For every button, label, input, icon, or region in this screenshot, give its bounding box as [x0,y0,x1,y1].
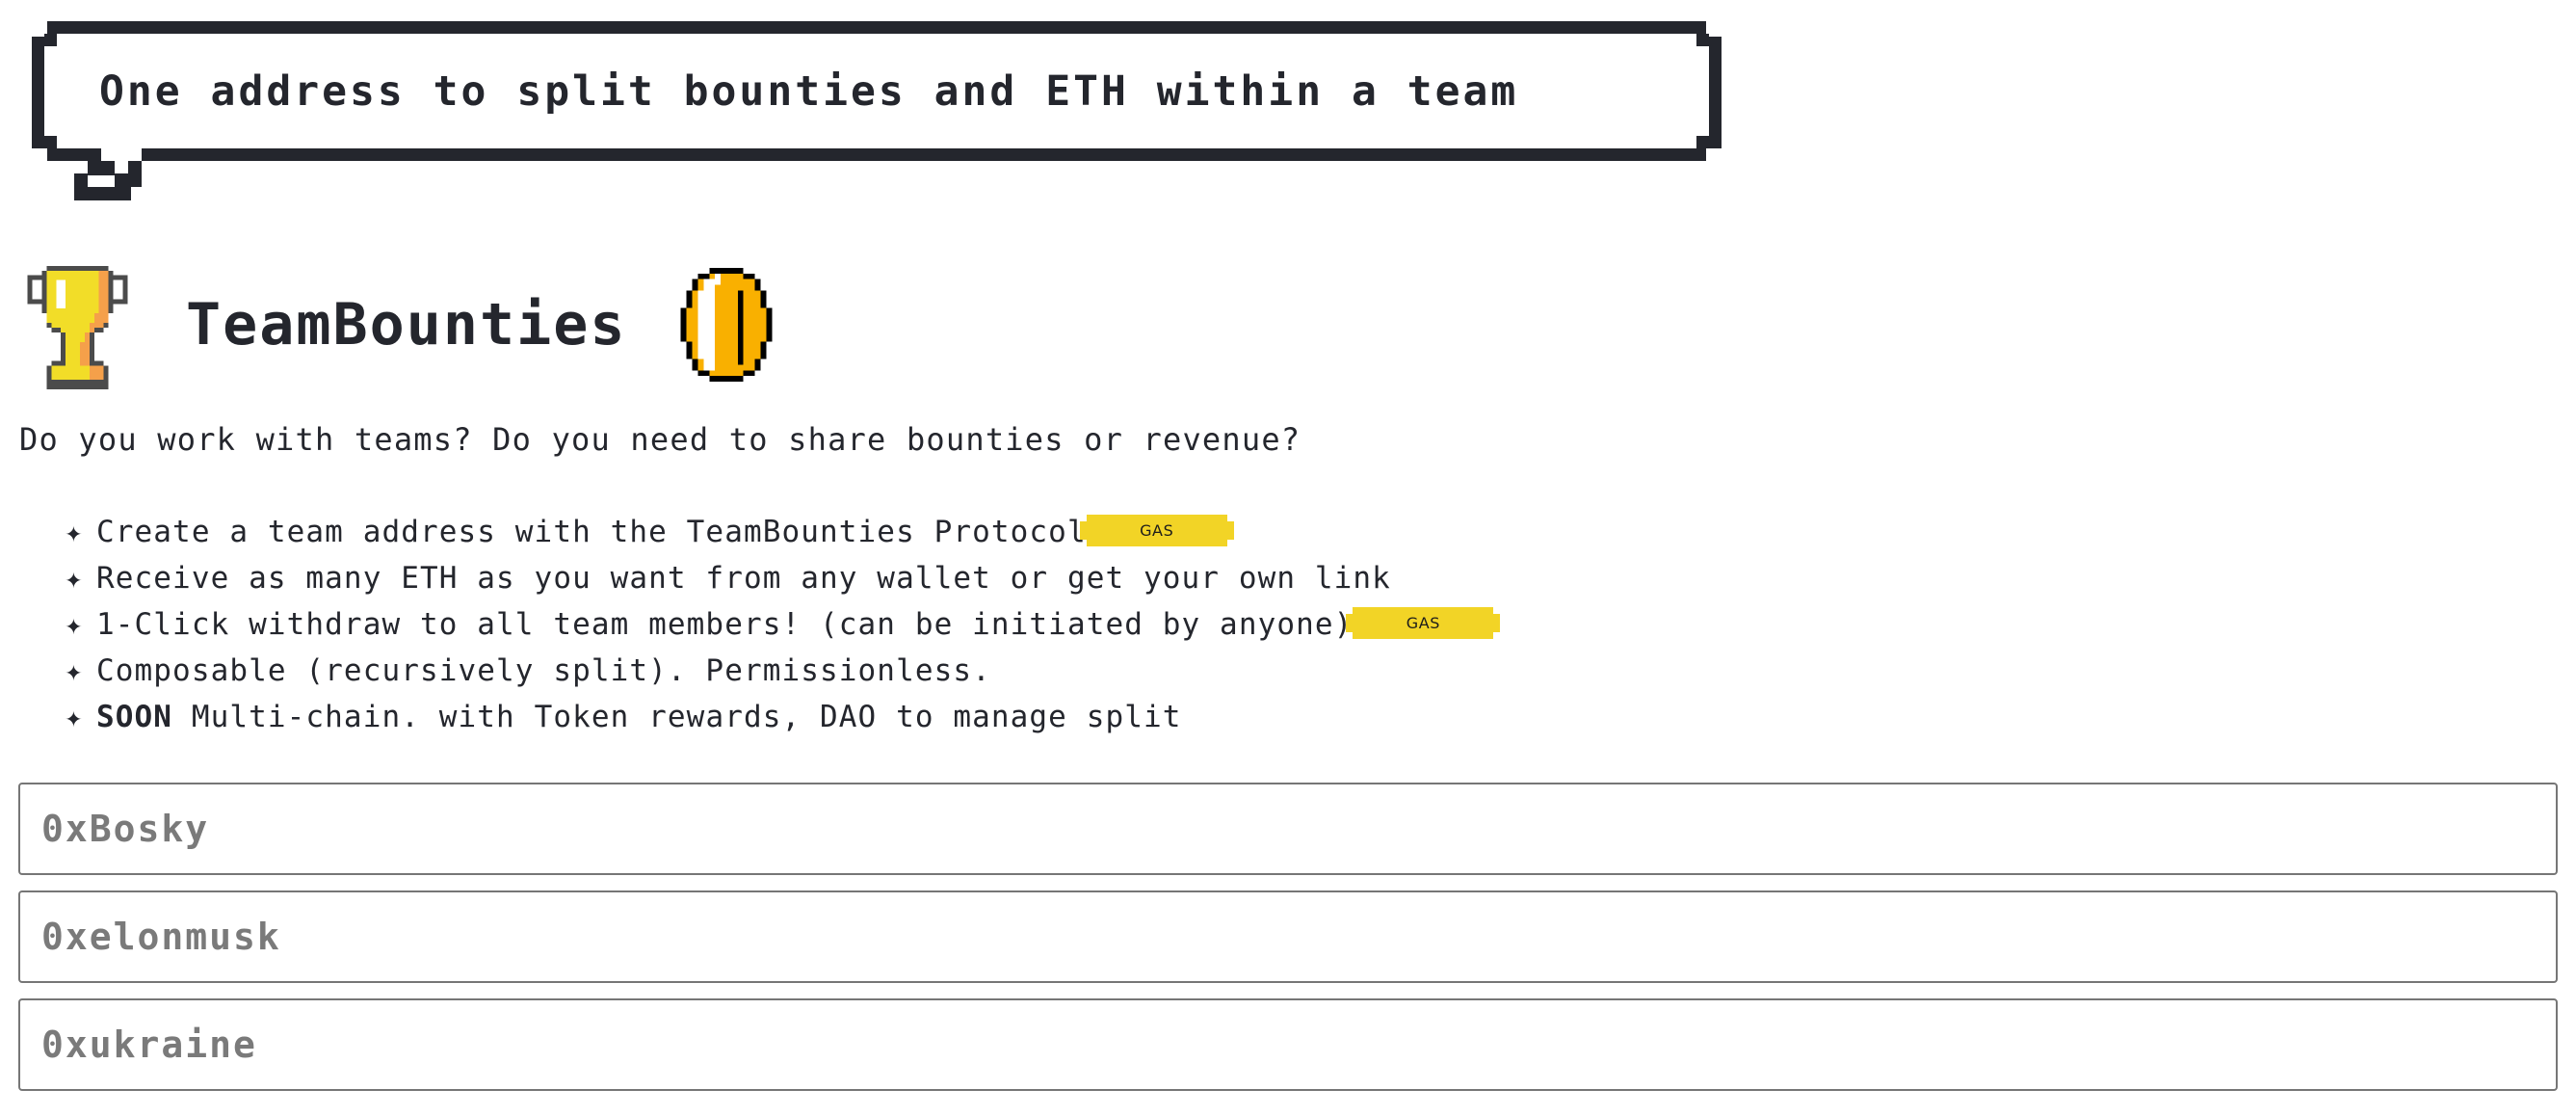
bubble-corner-top-left [44,34,57,46]
recipient-field-list [18,783,2558,1106]
speech-bubble-frame: One address to split bounties and ETH wi… [32,21,1722,200]
bubble-border-bottom-left [47,148,88,161]
feature-label: Composable (recursively split). Permissi… [96,653,991,688]
bubble-corner-top-right [1696,34,1709,46]
recipient-address-input[interactable] [18,783,2558,875]
feature-label: Create a team address with the TeamBount… [96,515,1087,549]
bubble-tail-segment [128,173,142,187]
bullet-diamond-icon: ✦ [65,701,84,734]
feature-label: 1-Click withdraw to all team members! (c… [96,607,1354,642]
bubble-border-bottom-right [168,148,1706,161]
bubble-tail-segment [88,148,101,175]
recipient-address-input[interactable] [18,890,2558,983]
bubble-tail-segment [115,173,128,187]
brand-header: TeamBounties [17,252,783,397]
bubble-tail-segment [101,161,115,175]
recipient-address-input[interactable] [18,998,2558,1091]
bubble-border-top [47,21,1706,34]
feature-label: SOON Multi-chain. with Token rewards, DA… [96,700,1182,734]
page-title: TeamBounties [186,291,627,359]
bullet-diamond-icon: ✦ [65,562,84,596]
feature-item: ✦ Composable (recursively split). Permiss… [62,648,1493,694]
app-root: One address to split bounties and ETH wi… [0,0,2576,1116]
feature-item: ✦ Create a team address with the TeamBoun… [62,509,1493,555]
bullet-diamond-icon: ✦ [65,608,84,642]
bubble-corner-bottom-right [1696,136,1709,148]
speech-bubble: One address to split bounties and ETH wi… [32,21,1722,200]
bullet-diamond-icon: ✦ [65,516,84,549]
gas-badge: GAS [1346,606,1501,639]
bubble-border-left [32,37,44,148]
feature-list: ✦ Create a team address with the TeamBoun… [62,509,1501,740]
feature-item: ✦ SOON Multi-chain. with Token rewards, D… [62,694,1493,740]
intro-text: Do you work with teams? Do you need to s… [19,421,1301,458]
coin-icon [670,262,783,387]
feature-item: ✦ Receive as many ETH as you want from an… [62,555,1493,601]
feature-item: ✦ 1-Click withdraw to all team members! (… [62,601,1501,648]
bubble-tail-segment [142,148,168,161]
bubble-tail-segment [74,187,131,200]
feature-badge-word: SOON [96,700,173,734]
tagline: One address to split bounties and ETH wi… [99,67,1519,116]
feature-label: Receive as many ETH as you want from any… [96,561,1391,596]
trophy-icon [17,256,138,394]
gas-badge: GAS [1079,514,1234,546]
bubble-corner-bottom-left [44,136,57,148]
bullet-diamond-icon: ✦ [65,654,84,688]
bubble-border-right [1709,37,1722,148]
